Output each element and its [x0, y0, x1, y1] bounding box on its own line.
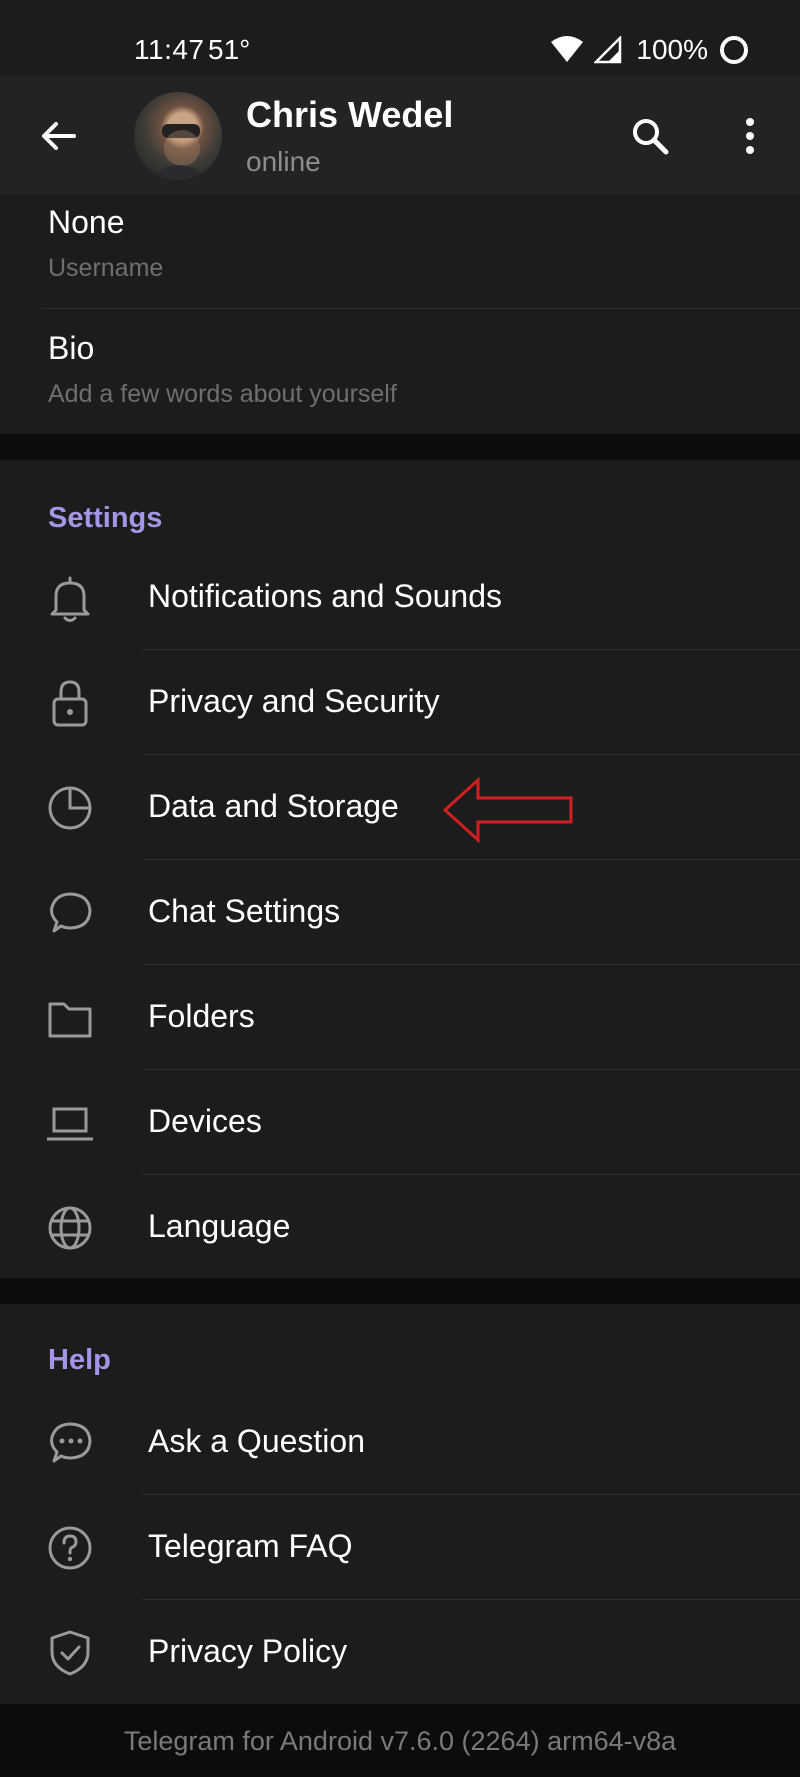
bio-row[interactable]: Bio Add a few words about yourself: [0, 320, 800, 446]
menu-label: Data and Storage: [148, 788, 399, 824]
profile-status: online: [246, 146, 321, 177]
avatar-image: [148, 124, 210, 180]
signal-icon: [594, 36, 622, 64]
menu-label: Chat Settings: [148, 893, 341, 929]
menu-label: Folders: [148, 998, 255, 1034]
bell-icon: [50, 576, 90, 622]
version-text: Telegram for Android v7.6.0 (2264) arm64…: [123, 1726, 677, 1756]
divider: [42, 308, 800, 309]
menu-item-folders[interactable]: Folders: [0, 965, 800, 1070]
username-row[interactable]: None Username: [0, 194, 800, 320]
menu-label: Telegram FAQ: [148, 1528, 353, 1564]
folder-icon: [48, 1002, 92, 1038]
profile-app-bar: Chris Wedel online: [0, 76, 800, 194]
status-bar: 11:47 51° 100%: [0, 0, 800, 76]
username-caption: Username: [48, 254, 164, 282]
battery-percent: 100%: [636, 34, 708, 65]
annotation-arrow-icon: [442, 777, 573, 843]
menu-item-ask-question[interactable]: Ask a Question: [0, 1390, 800, 1495]
bio-caption: Add a few words about yourself: [48, 380, 397, 408]
wifi-icon: [551, 36, 584, 62]
lock-icon: [52, 680, 88, 727]
menu-item-telegram-faq[interactable]: Telegram FAQ: [0, 1495, 800, 1600]
chat-dots-icon: [50, 1422, 92, 1463]
pie-chart-icon: [48, 786, 92, 830]
bio-value: Bio: [48, 330, 95, 366]
help-section: Help Ask a Question Telegram FAQ Privacy…: [0, 1304, 800, 1704]
menu-label: Privacy Policy: [148, 1633, 348, 1669]
shield-check-icon: [50, 1630, 90, 1676]
back-button[interactable]: [34, 112, 82, 160]
globe-icon: [48, 1206, 92, 1250]
search-icon: [633, 119, 669, 155]
menu-label: Devices: [148, 1103, 262, 1139]
menu-item-devices[interactable]: Devices: [0, 1070, 800, 1175]
menu-item-language[interactable]: Language: [0, 1175, 800, 1280]
menu-label: Notifications and Sounds: [148, 578, 502, 614]
search-button[interactable]: [624, 110, 676, 162]
chat-bubble-icon: [50, 892, 92, 933]
back-arrow-icon: [42, 122, 76, 150]
status-temperature: 51°: [208, 34, 251, 65]
avatar[interactable]: [134, 92, 222, 180]
laptop-icon: [47, 1107, 93, 1141]
menu-label: Language: [148, 1208, 291, 1244]
menu-item-privacy-security[interactable]: Privacy and Security: [0, 650, 800, 755]
settings-section-title: Settings: [48, 502, 163, 534]
menu-label: Privacy and Security: [148, 683, 440, 719]
status-time: 11:47: [134, 34, 205, 65]
status-indicators: 100%: [550, 30, 750, 70]
question-circle-icon: [48, 1526, 92, 1570]
menu-item-privacy-policy[interactable]: Privacy Policy: [0, 1600, 800, 1705]
help-section-title: Help: [48, 1344, 111, 1376]
settings-section: Settings Notifications and Sounds Privac…: [0, 460, 800, 1278]
version-footer: Telegram for Android v7.6.0 (2264) arm64…: [0, 1705, 800, 1777]
menu-label: Ask a Question: [148, 1423, 365, 1459]
menu-item-data-storage[interactable]: Data and Storage: [0, 755, 800, 860]
account-info-block: None Username Bio Add a few words about …: [0, 194, 800, 434]
menu-item-chat-settings[interactable]: Chat Settings: [0, 860, 800, 965]
profile-name: Chris Wedel: [246, 94, 454, 135]
menu-item-notifications[interactable]: Notifications and Sounds: [0, 545, 800, 650]
more-options-button[interactable]: [724, 110, 776, 162]
username-value: None: [48, 204, 125, 240]
more-vertical-icon: [746, 118, 754, 154]
battery-icon: [720, 36, 748, 64]
